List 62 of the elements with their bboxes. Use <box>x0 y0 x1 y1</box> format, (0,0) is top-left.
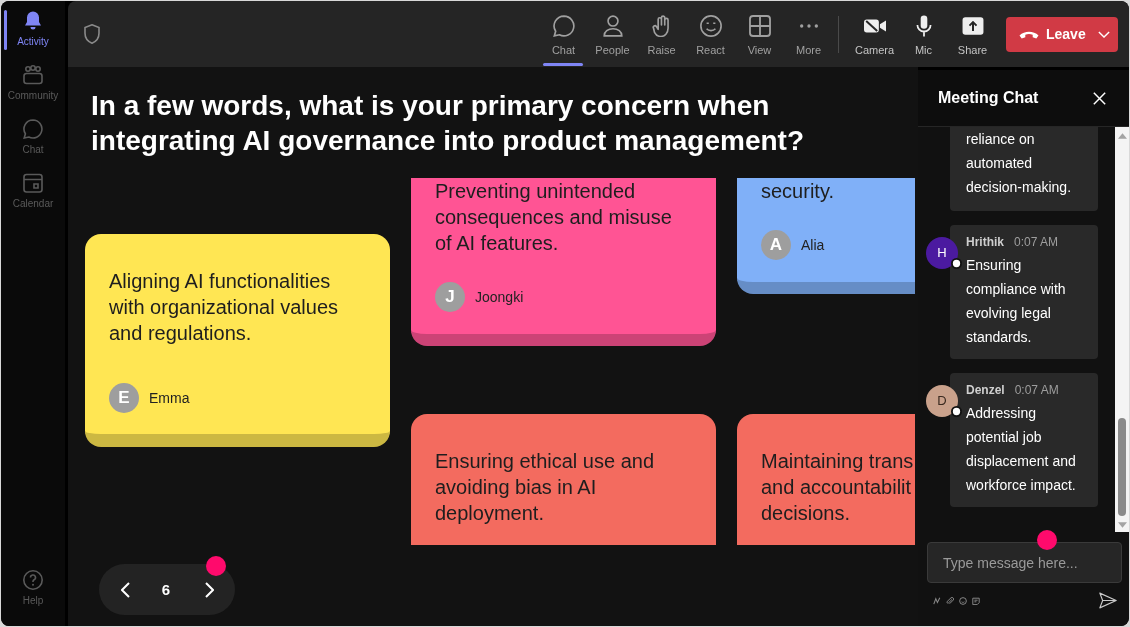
response-text: security. <box>761 179 835 204</box>
toolbar-button[interactable]: More <box>784 1 833 67</box>
avatar: A <box>761 230 791 260</box>
response-text: Preventing unintended consequences and misuse of AI features. <box>435 179 673 256</box>
phone-icon <box>1019 29 1039 39</box>
chat-title: Meeting Chat <box>938 89 1039 107</box>
message-text: Addressing potential job displacement and workforce impact. <box>966 404 1077 495</box>
arrow-up-box-icon <box>961 15 984 37</box>
message-time: 0:07 AM <box>1014 382 1059 399</box>
toolbar-button[interactable]: Raise <box>637 1 686 67</box>
chevron-left-icon <box>120 581 130 598</box>
message-input[interactable]: Type message here... <box>927 542 1122 583</box>
toolbar-button[interactable]: Chat <box>539 1 588 67</box>
toolbar-button[interactable]: React <box>686 1 735 67</box>
sticker-icon[interactable] <box>972 596 980 605</box>
shield-icon <box>84 24 100 44</box>
smiley-icon[interactable] <box>959 596 967 605</box>
chat-bubble-icon <box>23 119 43 139</box>
paperclip-icon[interactable] <box>946 596 954 605</box>
calendar-icon <box>23 173 43 193</box>
response-text: Ensuring ethical use and avoiding bias in AI deployment. <box>435 449 656 526</box>
grid-icon <box>748 15 771 37</box>
person-icon <box>601 15 624 37</box>
send-icon[interactable] <box>1099 592 1117 609</box>
response-text: Maintaining trans and accountabilit decisions. <box>761 449 915 526</box>
toolbar-button[interactable]: View <box>735 1 784 67</box>
ellipsis-icon <box>799 24 818 28</box>
squiggle-icon[interactable] <box>933 596 941 605</box>
question-heading: In a few words, what is your primary concern when integrating AI governance into product management? <box>91 89 806 158</box>
smiley-icon <box>699 15 722 37</box>
status-dot-icon <box>951 258 962 269</box>
message-text: Ensuring compliance with evolving legal standards. <box>966 256 1067 347</box>
pointer-dot-icon <box>1037 530 1057 550</box>
toolbar-button[interactable]: People <box>588 1 637 67</box>
scrollbar-thumb[interactable] <box>1118 418 1126 516</box>
status-dot-icon <box>951 406 962 417</box>
sidebar-item[interactable]: Activity <box>1 4 65 58</box>
message-text: reliance on automated decision-making. <box>966 130 1073 197</box>
sender-name: Denzel <box>966 382 1005 399</box>
toolbar-button[interactable]: Camera <box>850 1 899 67</box>
close-icon <box>1092 91 1106 105</box>
message-time: 0:07 AM <box>1014 234 1059 251</box>
caret-icon <box>1098 30 1110 38</box>
response-text: Aligning AI functionalities with organizational values and regulations. <box>109 269 340 346</box>
user-avatar: D <box>926 385 958 417</box>
leave-button[interactable]: Leave <box>1006 16 1118 52</box>
pointer-dot-icon <box>206 556 226 576</box>
author-name: Emma <box>149 390 190 406</box>
author-name: Joongki <box>475 289 524 305</box>
chevron-right-icon <box>204 581 214 598</box>
author-name: Alia <box>801 237 825 253</box>
toolbar-button[interactable]: Share <box>948 1 997 67</box>
avatar: J <box>435 282 465 312</box>
help-icon <box>23 570 43 590</box>
toolbar-button[interactable]: Mic <box>899 1 948 67</box>
avatar: E <box>109 383 139 413</box>
chat-bubble-icon <box>552 15 575 37</box>
people-group-icon <box>23 65 43 85</box>
sender-name: Hrithik <box>966 234 1004 251</box>
user-avatar: H <box>926 237 958 269</box>
bell-icon <box>23 11 43 31</box>
page-number: 6 <box>160 581 172 598</box>
